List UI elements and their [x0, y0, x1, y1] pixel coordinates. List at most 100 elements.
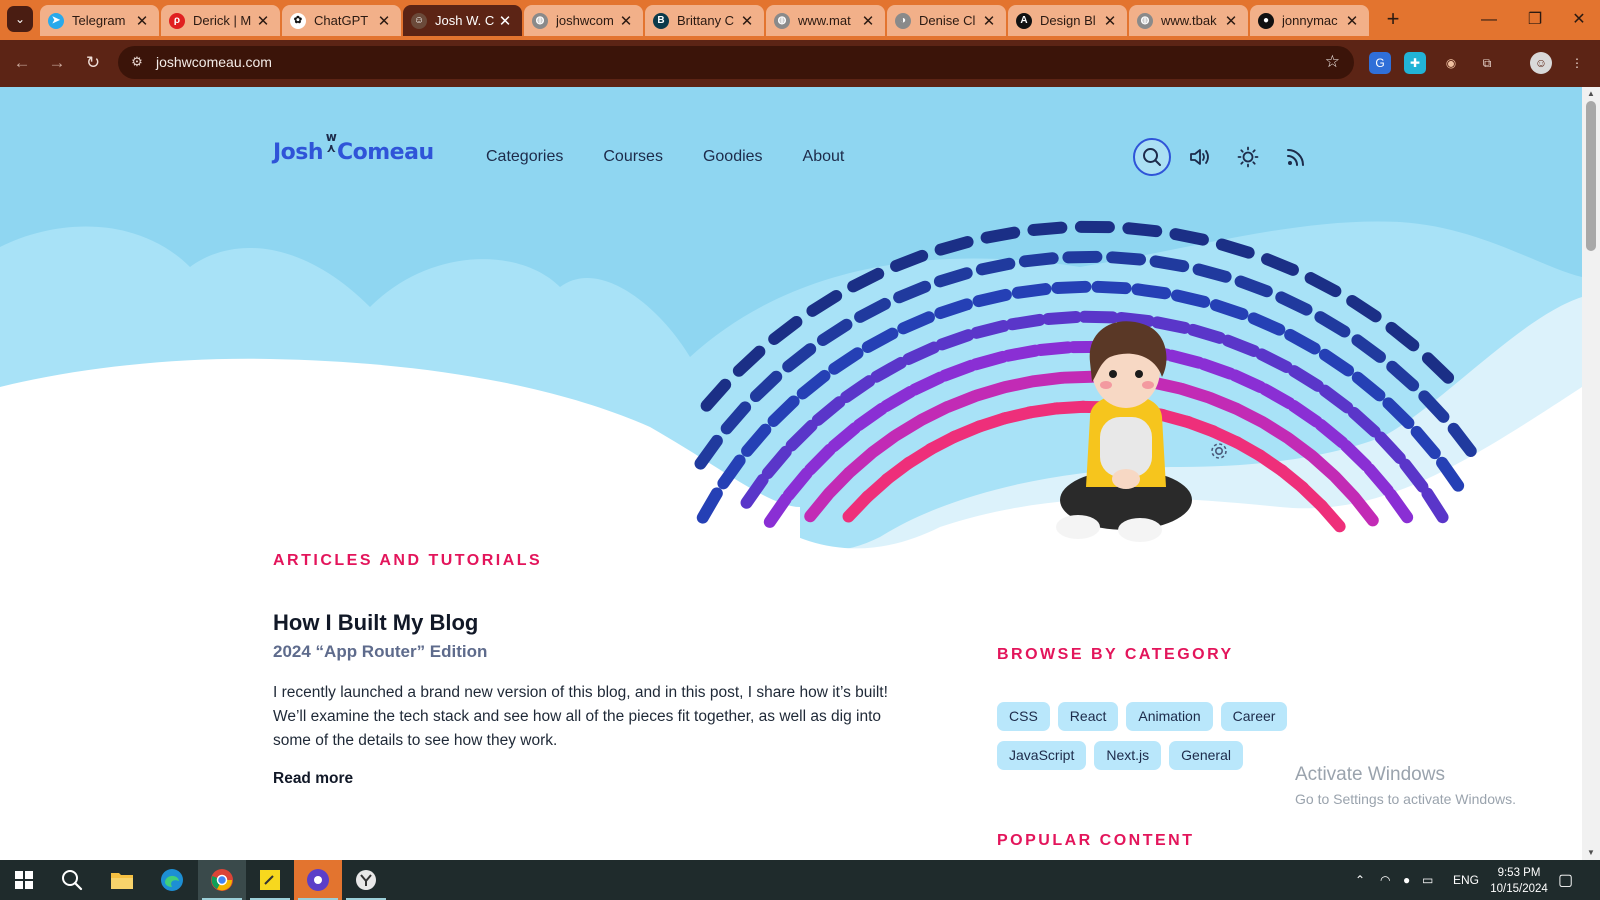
scroll-down-arrow-icon[interactable]: ▼ [1582, 846, 1600, 860]
theme-toggle-button[interactable] [1229, 138, 1267, 176]
extension-icon[interactable]: ✚ [1404, 52, 1426, 74]
browser-tab[interactable]: A Design Bl ✕ [1008, 5, 1127, 36]
read-more-link[interactable]: Read more [273, 770, 353, 788]
nav-courses[interactable]: Courses [603, 148, 663, 166]
close-window-button[interactable]: ✕ [1556, 0, 1600, 40]
url-text[interactable]: joshwcomeau.com [156, 54, 272, 70]
new-tab-button[interactable]: + [1380, 7, 1406, 33]
close-tab-icon[interactable]: ✕ [1222, 12, 1240, 30]
category-chip-career[interactable]: Career [1220, 702, 1288, 731]
browser-tab[interactable]: ◍ www.tbak ✕ [1129, 5, 1248, 36]
microphone-icon[interactable]: ● [1403, 860, 1410, 900]
close-tab-icon[interactable]: ✕ [496, 12, 514, 30]
address-bar[interactable]: ⚙ joshwcomeau.com ☆ [118, 46, 1354, 79]
logo-last-name: Comeau [337, 140, 434, 165]
close-tab-icon[interactable]: ✕ [859, 12, 877, 30]
browser-toolbar: ← → ↻ ⚙ joshwcomeau.com ☆ G ✚ ◉ ⧉ ☺ ⋮ [0, 40, 1600, 87]
back-button[interactable]: ← [10, 51, 34, 75]
scroll-thumb[interactable] [1586, 101, 1596, 251]
app-icon[interactable] [342, 860, 390, 900]
category-chip-css[interactable]: CSS [997, 702, 1050, 731]
category-chip-animation[interactable]: Animation [1126, 702, 1213, 731]
category-chip-general[interactable]: General [1169, 741, 1243, 770]
category-chip-nextjs[interactable]: Next.js [1094, 741, 1162, 770]
tab-label: www.tbak [1161, 13, 1217, 28]
search-icon [62, 870, 83, 891]
close-tab-icon[interactable]: ✕ [980, 12, 998, 30]
rainbow-bar [1062, 250, 1103, 264]
restore-button[interactable]: ❐ [1512, 0, 1558, 40]
browser-tab[interactable]: B Brittany C ✕ [645, 5, 764, 36]
extension-eyes-icon[interactable]: ◉ [1440, 52, 1462, 74]
post-title[interactable]: How I Built My Blog [273, 610, 478, 636]
page-scrollbar[interactable]: ▲ ▼ [1582, 87, 1600, 860]
close-tab-icon[interactable]: ✕ [375, 12, 393, 30]
gear-icon[interactable] [1208, 440, 1230, 467]
close-tab-icon[interactable]: ✕ [617, 12, 635, 30]
browser-tab[interactable]: ◑ Denise Cl ✕ [887, 5, 1006, 36]
browser-menu-icon[interactable]: ⋮ [1566, 52, 1588, 74]
browser-tab[interactable]: ✿ ChatGPT ✕ [282, 5, 401, 36]
browser-tab-strip: ⌄ ➤ Telegram ✕ ρ Derick | M ✕ ✿ ChatGPT ✕ ☺ Josh W… [0, 0, 1600, 40]
browser-tab[interactable]: ● jonnymac ✕ [1250, 5, 1369, 36]
browser-tab[interactable]: ◍ www.mat ✕ [766, 5, 885, 36]
file-explorer-icon[interactable] [98, 860, 146, 900]
rainbow-bar [1078, 310, 1119, 324]
browser-tab[interactable]: ρ Derick | M ✕ [161, 5, 280, 36]
close-tab-icon[interactable]: ✕ [1343, 12, 1361, 30]
windows-taskbar: ⌃ ◠ ● ▭ ENG 9:53 PM 10/15/2024 ▢ [0, 860, 1600, 900]
nav-categories[interactable]: Categories [486, 148, 563, 166]
reload-button[interactable]: ↻ [81, 51, 105, 75]
browser-tab[interactable]: ☺ Josh W. C ✕ [403, 5, 522, 36]
extensions-puzzle-icon[interactable]: ⧉ [1476, 52, 1498, 74]
taskbar-clock[interactable]: 9:53 PM 10/15/2024 [1484, 865, 1554, 897]
post-subtitle: 2024 “App Router” Edition [273, 642, 488, 661]
bookmark-star-icon[interactable]: ☆ [1325, 52, 1340, 72]
notifications-icon[interactable]: ▢ [1558, 860, 1573, 900]
rss-button[interactable] [1277, 138, 1315, 176]
tab-label: Josh W. C [435, 13, 495, 28]
tab-search-button[interactable]: ⌄ [7, 6, 33, 32]
logo-first-name: Josh [273, 140, 324, 165]
taskbar-search-button[interactable] [48, 860, 96, 900]
tab-label: Derick | M [193, 13, 252, 28]
clock-time: 9:53 PM [1497, 867, 1541, 879]
theme-toggle-icon [1237, 146, 1259, 168]
popular-content-label: POPULAR CONTENT [997, 832, 1195, 849]
close-tab-icon[interactable]: ✕ [738, 12, 756, 30]
tab-label: Denise Cl [919, 13, 976, 28]
category-chip-javascript[interactable]: JavaScript [997, 741, 1087, 770]
category-chip-react[interactable]: React [1057, 702, 1119, 731]
search-button[interactable] [1133, 138, 1171, 176]
start-button[interactable] [0, 860, 48, 900]
show-hidden-icons-button[interactable]: ⌃ [1355, 860, 1365, 900]
pdf-icon: ρ [169, 12, 185, 29]
nav-goodies[interactable]: Goodies [703, 148, 763, 166]
site-info-icon[interactable]: ⚙ [128, 54, 146, 72]
chrome-profile-icon[interactable] [294, 860, 342, 900]
scroll-up-arrow-icon[interactable]: ▲ [1582, 87, 1600, 101]
tab-label: Brittany C [677, 13, 735, 28]
watermark-subtitle: Go to Settings to activate Windows. [1295, 791, 1516, 807]
profile-avatar[interactable]: ☺ [1530, 52, 1552, 74]
browser-tab[interactable]: ◍ joshwcom ✕ [524, 5, 643, 36]
battery-icon[interactable]: ▭ [1422, 860, 1433, 900]
minimize-button[interactable]: — [1466, 0, 1512, 40]
close-tab-icon[interactable]: ✕ [1101, 12, 1119, 30]
translate-extension-icon[interactable]: G [1369, 52, 1391, 74]
language-indicator[interactable]: ENG [1453, 860, 1479, 900]
telegram-icon: ➤ [48, 12, 64, 29]
arrow-right-icon: → [48, 53, 66, 72]
forward-button[interactable]: → [45, 51, 69, 75]
sticky-notes-icon[interactable] [246, 860, 294, 900]
close-tab-icon[interactable]: ✕ [254, 12, 272, 30]
nav-about[interactable]: About [803, 148, 845, 166]
close-tab-icon[interactable]: ✕ [133, 12, 151, 30]
chrome-browser-icon[interactable] [198, 860, 246, 900]
search-icon [1143, 148, 1161, 166]
edge-browser-icon[interactable] [148, 860, 196, 900]
wifi-icon[interactable]: ◠ [1380, 860, 1390, 900]
browser-tab[interactable]: ➤ Telegram ✕ [40, 5, 159, 36]
sound-toggle-button[interactable] [1181, 138, 1219, 176]
tab-label: ChatGPT [314, 13, 369, 28]
